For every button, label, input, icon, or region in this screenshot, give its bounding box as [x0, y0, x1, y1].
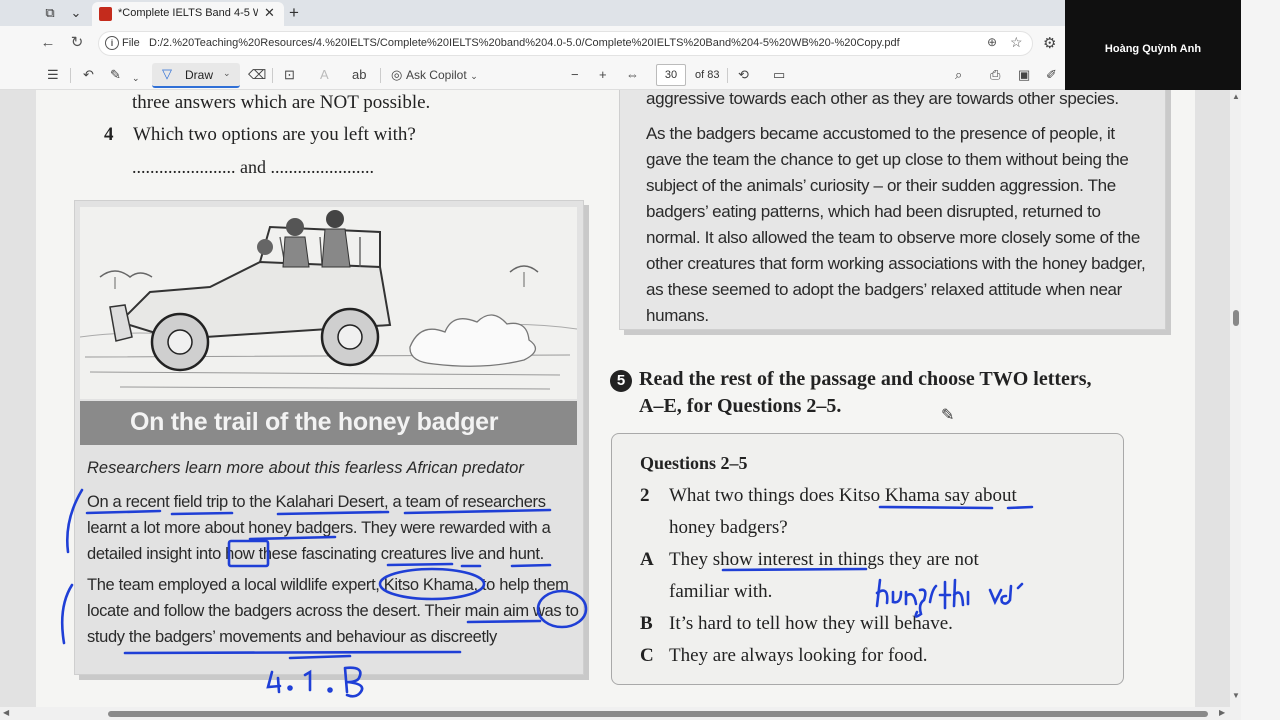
info-icon[interactable]: i — [105, 36, 119, 50]
highlight-dropdown-icon[interactable]: ⌄ — [132, 69, 140, 87]
question-4: 4 Which two options are you left with? — [104, 124, 416, 146]
rotate-icon[interactable]: ⟲ — [738, 66, 749, 84]
option-a-line-2: familiar with. — [669, 581, 773, 602]
vertical-scrollbar[interactable]: ▲ ▼ — [1230, 90, 1241, 707]
option-b-text: It’s hard to tell how they will behave. — [669, 613, 953, 634]
pen-cursor-icon: ✎ — [941, 407, 955, 424]
scroll-left-icon[interactable]: ◀ — [3, 708, 9, 717]
save-as-icon[interactable]: ✐ — [1046, 66, 1057, 84]
page-view-icon[interactable]: ▭ — [773, 66, 785, 84]
answer-blanks: ....................... and ............… — [132, 157, 374, 177]
article-paragraph-2: The team employed a local wildlife exper… — [87, 576, 579, 646]
zoom-in-button[interactable]: + — [599, 66, 607, 84]
option-c-letter: C — [640, 645, 654, 666]
question-4-text: Which two options are you left with? — [133, 124, 416, 145]
horizontal-scrollbar[interactable]: ◀ ▶ — [0, 707, 1241, 720]
scroll-up-icon[interactable]: ▲ — [1232, 92, 1240, 101]
question-2-number: 2 — [640, 485, 650, 506]
tab-actions-chevron-icon[interactable]: ⌄ — [68, 5, 84, 21]
copilot-label: Ask Copilot — [405, 68, 467, 82]
file-label: File — [122, 37, 140, 49]
page-number-input[interactable]: 30 — [656, 64, 686, 86]
ask-copilot-button[interactable]: ◎ Ask Copilot ⌄ — [391, 66, 478, 85]
participant-name: Hoàng Quỳnh Anh — [1104, 43, 1202, 55]
exercise-instruction-text: Read the rest of the passage and choose … — [639, 368, 1092, 417]
draw-pen-icon: ▽ — [162, 66, 172, 81]
draw-button[interactable]: ▽ Draw ⌄ — [152, 63, 240, 88]
article-title: On the trail of the honey badger — [130, 408, 499, 436]
question-2-line-1: What two things does Kitso Khama say abo… — [669, 485, 1017, 506]
address-row: ← ↻ i File D:/2.%20Teaching%20Resources/… — [0, 26, 1066, 60]
passage-line-top: aggressive towards each other as they ar… — [646, 90, 1119, 108]
close-tab-icon[interactable]: ✕ — [264, 5, 275, 21]
separator — [727, 68, 728, 83]
scroll-down-icon[interactable]: ▼ — [1232, 691, 1240, 700]
save-icon[interactable]: ▣ — [1018, 66, 1030, 84]
copilot-icon: ◎ — [391, 67, 403, 82]
horizontal-scroll-thumb[interactable] — [108, 711, 1208, 717]
address-bar[interactable]: i File D:/2.%20Teaching%20Resources/4.%2… — [98, 31, 1033, 56]
question-3-tail: three answers which are NOT possible. — [132, 92, 431, 113]
eraser-icon[interactable]: ⌫ — [248, 66, 266, 84]
new-tab-icon[interactable]: + — [289, 3, 299, 23]
copilot-dropdown-icon: ⌄ — [470, 71, 478, 81]
refresh-icon[interactable]: ↻ — [67, 33, 87, 53]
vertical-scroll-thumb[interactable] — [1233, 310, 1239, 326]
highlight-icon[interactable]: ✎ — [110, 66, 121, 84]
question-2-line-2: honey badgers? — [669, 517, 788, 538]
read-aloud-icon[interactable]: ab — [352, 66, 366, 84]
jeep-illustration — [79, 207, 578, 399]
pdf-file-icon — [99, 7, 112, 21]
separator — [272, 68, 273, 83]
tab-title: *Complete IELTS Band 4-5 WB - C — [118, 7, 258, 19]
passage-continuation-box: aggressive towards each other as they ar… — [619, 90, 1166, 330]
pdf-viewer[interactable]: three answers which are NOT possible. 4W… — [0, 90, 1230, 707]
passage-paragraph: As the badgers became accustomed to the … — [646, 124, 1146, 325]
article-paragraph-1: On a recent field trip to the Kalahari D… — [87, 493, 551, 563]
questions-heading: Questions 2–5 — [640, 453, 748, 473]
option-c-text: They are always looking for food. — [669, 645, 928, 666]
article-box: On the trail of the honey badger Researc… — [74, 200, 584, 675]
scroll-right-icon[interactable]: ▶ — [1219, 708, 1225, 717]
separator — [380, 68, 381, 83]
pdf-page: three answers which are NOT possible. 4W… — [36, 90, 1195, 707]
extensions-icon[interactable]: ⚙ — [1043, 34, 1056, 52]
contents-icon[interactable]: ☰ — [47, 66, 59, 84]
back-icon[interactable]: ← — [38, 33, 58, 53]
option-a-letter: A — [640, 549, 654, 570]
favorite-star-icon[interactable]: ☆ — [1010, 34, 1023, 51]
option-b-letter: B — [640, 613, 653, 634]
draw-label: Draw — [185, 68, 214, 82]
fit-page-icon[interactable]: ⇔ — [626, 66, 639, 84]
question-4-number: 4 — [104, 124, 114, 145]
text-box-icon[interactable]: ⊡ — [284, 66, 295, 84]
workspaces-icon[interactable]: ⧉ — [42, 5, 58, 21]
zoom-out-button[interactable]: − — [571, 66, 579, 84]
article-subtitle: Researchers learn more about this fearle… — [87, 459, 524, 477]
text-format-icon[interactable]: A — [320, 66, 329, 84]
print-icon[interactable]: ⎙ — [990, 66, 1000, 84]
undo-icon[interactable]: ↶ — [83, 66, 94, 84]
questions-box: Questions 2–5 2 What two things does Kit… — [611, 433, 1124, 685]
page-count: of 83 — [695, 69, 720, 81]
right-edge — [1241, 0, 1280, 720]
option-a-line-1: They show interest in things they are no… — [669, 549, 979, 570]
separator — [70, 68, 71, 83]
url-text[interactable]: D:/2.%20Teaching%20Resources/4.%20IELTS/… — [149, 37, 900, 49]
pdf-toolbar: ☰ ↶ ✎ ⌄ ▽ Draw ⌄ ⌫ ⊡ A ab ◎ Ask Copilot … — [0, 60, 1066, 90]
tab-pdf[interactable]: *Complete IELTS Band 4-5 WB - C ✕ — [92, 2, 284, 26]
exercise-number-badge: 5 — [610, 370, 632, 392]
zoom-icon[interactable]: ⊕ — [987, 35, 997, 49]
webcam-overlay: Hoàng Quỳnh Anh — [1065, 0, 1241, 99]
search-icon[interactable]: ⌕ — [955, 66, 962, 84]
draw-dropdown-icon[interactable]: ⌄ — [223, 68, 231, 79]
article-title-bar: On the trail of the honey badger — [80, 401, 577, 445]
